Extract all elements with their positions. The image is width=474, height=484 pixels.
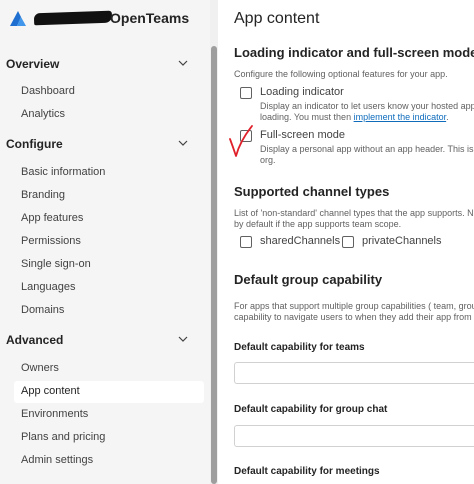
- implement-indicator-link[interactable]: implement the indicator: [354, 112, 447, 122]
- shared-channels-label: sharedChannels: [260, 235, 341, 247]
- group-chat-capability-select[interactable]: [234, 425, 474, 447]
- group-capability-heading: Default group capability: [234, 272, 383, 287]
- sidebar-item-domains[interactable]: Domains: [14, 300, 204, 322]
- section-title: Overview: [6, 57, 60, 71]
- loading-section-description: Configure the following optional feature…: [234, 69, 448, 79]
- chevron-down-icon: [178, 60, 188, 66]
- sidebar-item-label: Single sign-on: [21, 258, 91, 270]
- redacted-text: [33, 10, 113, 26]
- sidebar-item-label: Branding: [21, 189, 66, 201]
- meetings-capability-label: Default capability for meetings: [234, 466, 380, 477]
- group-chat-capability-label: Default capability for group chat: [234, 404, 388, 415]
- sidebar-item-label: Domains: [21, 304, 65, 316]
- loading-indicator-label: Loading indicator: [260, 86, 344, 98]
- channels-section-heading: Supported channel types: [234, 184, 390, 199]
- app-brand: OpenTeams: [0, 0, 210, 38]
- main-content: App content Loading indicator and full-s…: [218, 0, 474, 484]
- sidebar-item-label: Analytics: [21, 108, 66, 120]
- loading-indicator-checkbox[interactable]: [240, 87, 252, 99]
- full-screen-description-line2: org.: [260, 155, 276, 165]
- sidebar-item-label: Permissions: [21, 235, 81, 247]
- sidebar-item-label: App content: [21, 385, 80, 397]
- shared-channels-checkbox[interactable]: [240, 236, 252, 248]
- loading-indicator-description: Display an indicator to let users know y…: [260, 101, 474, 111]
- sidebar-item-label: Owners: [21, 362, 59, 374]
- section-title: Advanced: [6, 333, 64, 347]
- chevron-down-icon: [178, 336, 188, 342]
- sidebar-item-dashboard[interactable]: Dashboard: [14, 81, 204, 103]
- section-overview[interactable]: Overview: [0, 54, 200, 76]
- channels-description-line2: by default if the app supports team scop…: [234, 219, 402, 229]
- full-screen-description: Display a personal app without an app he…: [260, 144, 474, 154]
- sidebar-item-branding[interactable]: Branding: [14, 185, 204, 207]
- sidebar-item-app-content[interactable]: App content: [14, 381, 204, 403]
- sidebar-scrollbar-thumb[interactable]: [211, 46, 217, 484]
- page-title: App content: [234, 10, 320, 27]
- section-title: Configure: [6, 137, 63, 151]
- red-checkmark-annotation: [229, 125, 253, 157]
- group-capability-description-line2: capability to navigate users to when the…: [234, 312, 474, 322]
- section-configure[interactable]: Configure: [0, 134, 200, 156]
- sidebar-item-single-sign-on[interactable]: Single sign-on: [14, 254, 204, 276]
- sidebar-item-owners[interactable]: Owners: [14, 358, 204, 380]
- sidebar-item-permissions[interactable]: Permissions: [14, 231, 204, 253]
- sidebar-item-plans-and-pricing[interactable]: Plans and pricing: [14, 427, 204, 449]
- loading-section-heading: Loading indicator and full-screen mode: [234, 45, 474, 60]
- loading-indicator-desc-prefix: loading. You must then: [260, 112, 354, 122]
- sidebar-item-environments[interactable]: Environments: [14, 404, 204, 426]
- app-name: OpenTeams: [110, 10, 190, 26]
- sidebar-item-analytics[interactable]: Analytics: [14, 104, 204, 126]
- group-capability-description: For apps that support multiple group cap…: [234, 301, 474, 311]
- loading-indicator-description-line2: loading. You must then implement the ind…: [260, 112, 449, 123]
- teams-capability-label: Default capability for teams: [234, 342, 365, 353]
- private-channels-checkbox[interactable]: [342, 236, 354, 248]
- chevron-down-icon: [178, 140, 188, 146]
- sidebar-item-label: Basic information: [21, 166, 106, 178]
- sidebar: OpenTeams Overview Dashboard Analytics C…: [0, 0, 210, 484]
- loading-indicator-desc-suffix: .: [446, 112, 449, 122]
- private-channels-label: privateChannels: [362, 235, 442, 247]
- sidebar-item-label: Environments: [21, 408, 89, 420]
- full-screen-label: Full-screen mode: [260, 129, 345, 141]
- sidebar-item-label: Plans and pricing: [21, 431, 106, 443]
- sidebar-item-label: App features: [21, 212, 84, 224]
- app-logo-icon: [10, 11, 26, 26]
- sidebar-item-label: Dashboard: [21, 85, 75, 97]
- sidebar-item-languages[interactable]: Languages: [14, 277, 204, 299]
- teams-capability-select[interactable]: [234, 362, 474, 384]
- sidebar-item-basic-information[interactable]: Basic information: [14, 162, 204, 184]
- sidebar-item-app-features[interactable]: App features: [14, 208, 204, 230]
- sidebar-item-label: Admin settings: [21, 454, 94, 466]
- sidebar-item-admin-settings[interactable]: Admin settings: [14, 450, 204, 472]
- section-advanced[interactable]: Advanced: [0, 330, 200, 352]
- sidebar-item-label: Languages: [21, 281, 76, 293]
- channels-description: List of 'non-standard' channel types tha…: [234, 208, 474, 218]
